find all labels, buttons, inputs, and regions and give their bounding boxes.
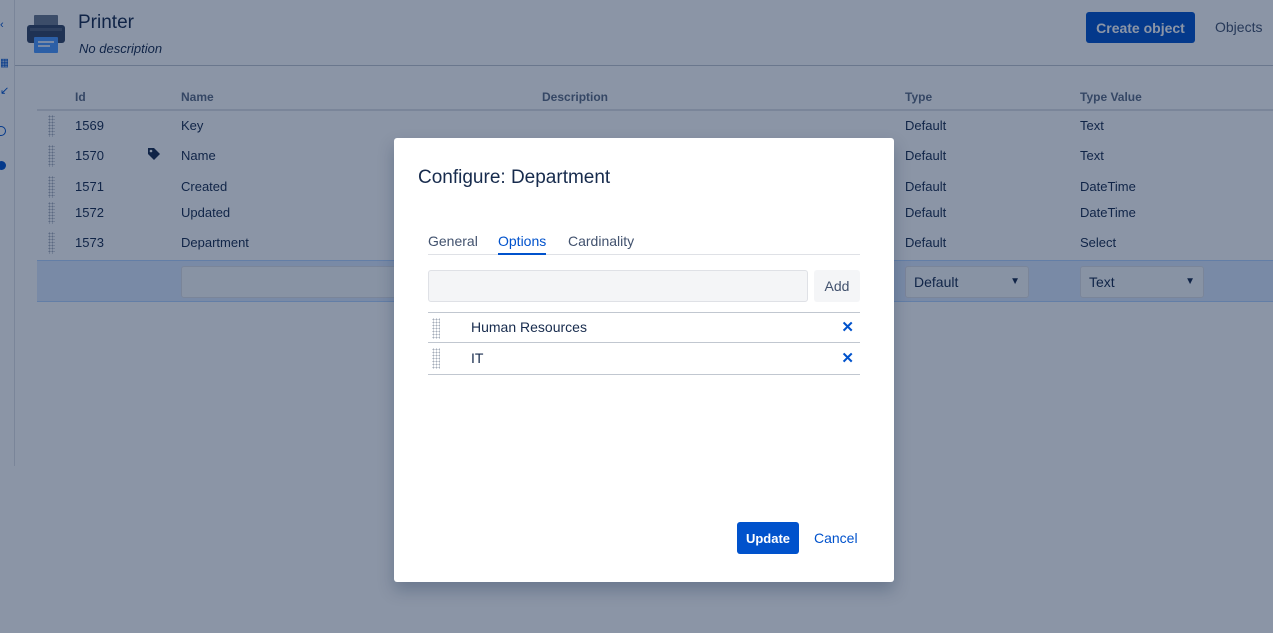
tab-cardinality[interactable]: Cardinality: [568, 233, 634, 253]
dialog-tabs: General Options Cardinality: [428, 232, 860, 255]
tab-general[interactable]: General: [428, 233, 478, 253]
update-button[interactable]: Update: [737, 522, 799, 554]
configure-attribute-dialog: Configure: Department General Options Ca…: [394, 138, 894, 582]
options-list: Human Resources ✕ IT ✕: [428, 312, 860, 375]
option-label: Human Resources: [471, 319, 587, 335]
cancel-link[interactable]: Cancel: [814, 530, 858, 546]
close-icon[interactable]: ✕: [841, 318, 854, 336]
option-label: IT: [471, 350, 484, 366]
tab-options[interactable]: Options: [498, 233, 547, 255]
drag-handle-icon[interactable]: [432, 348, 440, 369]
close-icon[interactable]: ✕: [841, 349, 854, 367]
add-option-button[interactable]: Add: [814, 270, 860, 302]
dialog-title: Configure: Department: [418, 167, 611, 188]
list-item[interactable]: IT ✕: [428, 343, 860, 375]
drag-handle-icon[interactable]: [432, 318, 440, 339]
list-item[interactable]: Human Resources ✕: [428, 313, 860, 343]
option-input[interactable]: [428, 270, 808, 302]
